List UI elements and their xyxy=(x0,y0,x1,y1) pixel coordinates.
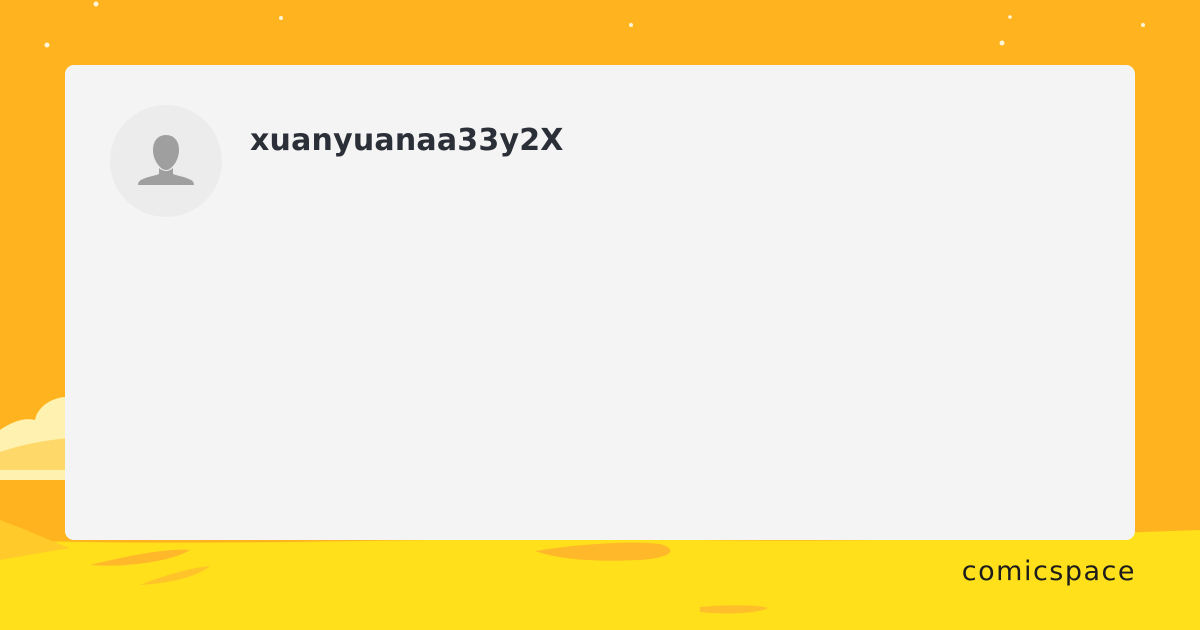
user-silhouette-icon xyxy=(138,135,194,185)
profile-card: xuanyuanaa33y2X xyxy=(65,65,1135,540)
username: xuanyuanaa33y2X xyxy=(250,123,564,158)
brand-logo[interactable]: comicspace xyxy=(962,556,1136,587)
avatar[interactable] xyxy=(110,105,222,217)
